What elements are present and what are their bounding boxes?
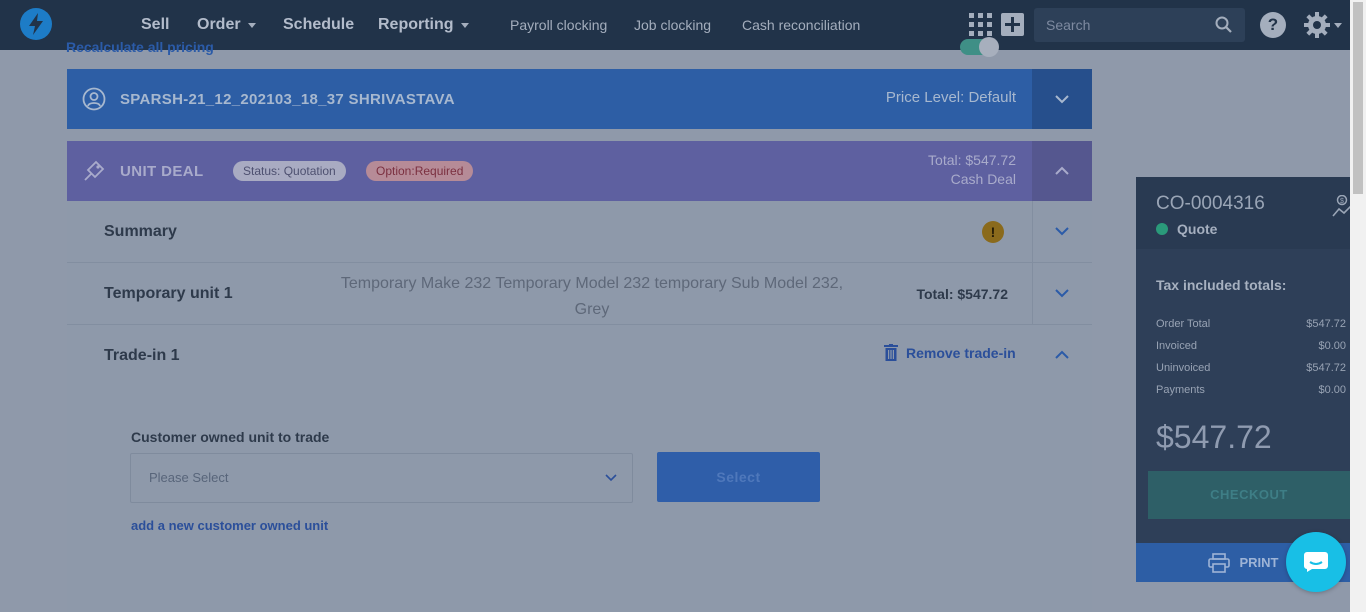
- printer-icon: [1207, 552, 1230, 573]
- unit-label: Temporary unit 1: [104, 285, 233, 302]
- chevron-down-icon: [605, 474, 617, 482]
- customer-expand-button[interactable]: [1032, 69, 1092, 129]
- nav-sell-label: Sell: [141, 16, 170, 33]
- totals-value: $0.00: [1318, 340, 1346, 352]
- caret-down-icon: [1334, 23, 1342, 28]
- apps-grid-icon[interactable]: [969, 13, 992, 36]
- add-customer-unit-link[interactable]: add a new customer owned unit: [131, 518, 328, 533]
- totals-label: Invoiced: [1156, 340, 1197, 352]
- toggle-knob: [979, 37, 999, 57]
- order-big-total: $547.72: [1156, 419, 1272, 455]
- deal-total: Total: $547.72: [928, 152, 1016, 168]
- totals-row: Payments $0.00: [1156, 384, 1346, 396]
- unit-deal-bar[interactable]: UNIT DEAL Status: Quotation Option:Requi…: [67, 141, 1032, 201]
- chevron-up-icon: [1055, 166, 1069, 175]
- customer-bar[interactable]: SPARSH-21_12_202103_18_37 SHRIVASTAVA Pr…: [67, 69, 1032, 129]
- select-placeholder: Please Select: [149, 470, 229, 485]
- scrollbar-thumb[interactable]: [1353, 2, 1363, 194]
- caret-down-icon: [247, 22, 256, 28]
- tax-totals-title: Tax included totals:: [1156, 277, 1287, 293]
- price-level: Price Level: Default: [885, 89, 1016, 106]
- order-status: Quote: [1156, 221, 1217, 237]
- warning-icon: !: [982, 221, 1004, 243]
- chevron-up-icon[interactable]: [1054, 347, 1070, 363]
- search-input[interactable]: [1034, 8, 1216, 42]
- nav-schedule[interactable]: Schedule: [283, 0, 354, 50]
- deal-type: Cash Deal: [950, 171, 1016, 187]
- deal-tag-icon: [84, 160, 105, 181]
- print-label: PRINT: [1239, 555, 1279, 570]
- settings-button[interactable]: [1303, 11, 1342, 39]
- totals-row: Uninvoiced $547.72: [1156, 362, 1346, 374]
- deal-title: UNIT DEAL: [120, 163, 204, 180]
- status-badge: Status: Quotation: [233, 161, 346, 181]
- trash-icon: [884, 344, 898, 361]
- nav-payroll-clocking[interactable]: Payroll clocking: [510, 0, 607, 50]
- totals-label: Order Total: [1156, 318, 1211, 330]
- status-dot-icon: [1156, 223, 1168, 235]
- price-trend-icon[interactable]: $: [1332, 195, 1350, 217]
- totals-row: Invoiced $0.00: [1156, 340, 1346, 352]
- checkout-button[interactable]: CHECKOUT: [1148, 471, 1350, 519]
- customer-icon: [82, 87, 106, 111]
- nav-job-clocking[interactable]: Job clocking: [634, 0, 711, 50]
- chat-bubble-icon: [1304, 552, 1328, 572]
- summary-row[interactable]: Summary !: [67, 201, 1092, 263]
- deal-collapse-button[interactable]: [1032, 141, 1092, 201]
- totals-label: Uninvoiced: [1156, 362, 1211, 374]
- customer-name: SPARSH-21_12_202103_18_37 SHRIVASTAVA: [120, 91, 455, 108]
- order-id: CO-0004316: [1156, 193, 1265, 214]
- deal-panel: Summary ! Temporary unit 1 Temporary Mak…: [67, 201, 1092, 612]
- nav-reporting[interactable]: Reporting: [378, 0, 469, 50]
- chevron-down-icon[interactable]: [1054, 223, 1070, 239]
- totals-value: $547.72: [1306, 318, 1346, 330]
- caret-down-icon: [460, 22, 469, 28]
- nav-cash-reconciliation[interactable]: Cash reconciliation: [742, 0, 860, 50]
- search-box: [1034, 8, 1245, 42]
- totals-value: $0.00: [1318, 384, 1346, 396]
- gear-icon: [1304, 12, 1330, 38]
- recalculate-pricing-link[interactable]: Recalculate all pricing: [66, 39, 214, 55]
- option-badge: Option:Required: [366, 161, 474, 181]
- unit-description: Temporary Make 232 Temporary Model 232 t…: [340, 275, 844, 318]
- nav-reporting-label: Reporting: [378, 16, 454, 33]
- select-button[interactable]: Select: [657, 452, 820, 502]
- remove-trade-in-label: Remove trade-in: [906, 344, 1016, 361]
- order-summary-card: CO-0004316 Quote $ Tax included totals: …: [1136, 177, 1350, 582]
- chevron-down-icon[interactable]: [1054, 285, 1070, 301]
- search-icon[interactable]: [1215, 16, 1232, 33]
- summary-label: Summary: [104, 223, 177, 240]
- row-divider: [1032, 263, 1033, 324]
- order-header: CO-0004316 Quote $: [1136, 177, 1350, 249]
- customer-unit-field-label: Customer owned unit to trade: [131, 429, 330, 445]
- chat-button[interactable]: [1286, 532, 1346, 592]
- nav-order-label: Order: [197, 16, 241, 33]
- order-status-label: Quote: [1177, 221, 1218, 237]
- svg-text:$: $: [1340, 198, 1344, 205]
- deal-total-block: Total: $547.72 Cash Deal: [928, 151, 1016, 189]
- help-icon[interactable]: ?: [1260, 12, 1286, 38]
- unit-row[interactable]: Temporary unit 1 Temporary Make 232 Temp…: [67, 263, 1092, 325]
- add-icon[interactable]: [1001, 13, 1024, 36]
- totals-value: $547.72: [1306, 362, 1346, 374]
- totals-label: Payments: [1156, 384, 1205, 396]
- app-logo-icon[interactable]: [20, 8, 52, 40]
- unit-total: Total: $547.72: [916, 286, 1008, 302]
- trade-in-label: Trade-in 1: [104, 347, 180, 364]
- row-divider: [1032, 201, 1033, 262]
- nav-schedule-label: Schedule: [283, 16, 355, 33]
- totals-row: Order Total $547.72: [1156, 318, 1346, 330]
- customer-unit-select[interactable]: Please Select: [130, 453, 633, 503]
- remove-trade-in-button[interactable]: Remove trade-in: [884, 344, 1016, 361]
- chevron-down-icon: [1055, 95, 1069, 104]
